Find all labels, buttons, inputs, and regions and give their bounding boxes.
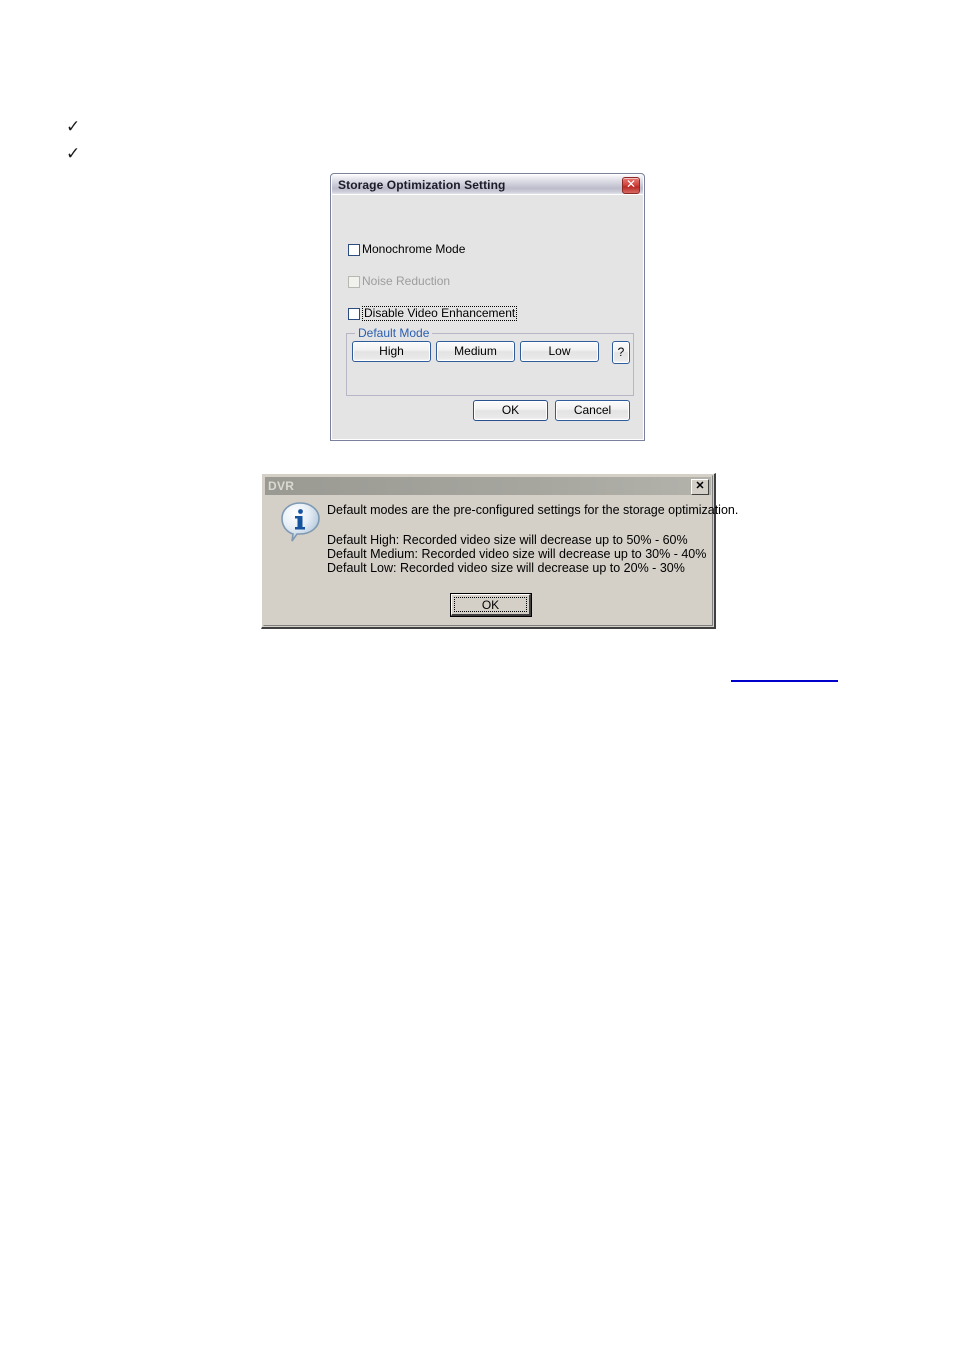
- low-button[interactable]: Low: [520, 341, 599, 362]
- close-icon[interactable]: ✕: [622, 177, 640, 194]
- dvr-headline: Default modes are the pre-configured set…: [327, 503, 739, 517]
- storage-dialog-title: Storage Optimization Setting: [338, 177, 506, 192]
- medium-button[interactable]: Medium: [436, 341, 515, 362]
- high-button[interactable]: High: [352, 341, 431, 362]
- dvr-ok-button-label: OK: [454, 597, 527, 612]
- storage-dialog-titlebar[interactable]: Storage Optimization Setting ✕: [332, 175, 643, 195]
- checkbox-label-monochrome-mode: Monochrome Mode: [362, 242, 466, 256]
- checkmark-bullet-2: ✓: [66, 144, 81, 164]
- default-mode-legend: Default Mode: [355, 326, 433, 340]
- dvr-dialog-titlebar[interactable]: DVR ✕: [265, 477, 711, 495]
- dvr-detail-line-high: Default High: Recorded video size will d…: [327, 533, 688, 547]
- checkbox-disable-video-enhancement[interactable]: Disable Video Enhancement: [348, 306, 518, 321]
- dvr-ok-button[interactable]: OK: [450, 593, 532, 617]
- dvr-message-dialog: DVR ✕ Default modes are the pre-configur…: [261, 473, 739, 629]
- dvr-dialog-title: DVR: [268, 479, 295, 493]
- checkbox-label-disable-video-enhancement: Disable Video Enhancement: [362, 306, 518, 321]
- checkbox-box-icon[interactable]: [348, 243, 360, 256]
- checkbox-label-noise-reduction: Noise Reduction: [362, 274, 451, 288]
- dvr-detail-line-low: Default Low: Recorded video size will de…: [327, 561, 685, 575]
- checkbox-noise-reduction: Noise Reduction: [348, 275, 450, 288]
- cancel-button[interactable]: Cancel: [555, 400, 630, 421]
- help-button[interactable]: ?: [612, 341, 630, 364]
- checkbox-box-icon: [348, 275, 360, 288]
- dvr-detail-line-medium: Default Medium: Recorded video size will…: [327, 547, 707, 561]
- ok-button[interactable]: OK: [473, 400, 548, 421]
- info-icon: [280, 501, 322, 543]
- checkbox-box-icon[interactable]: [348, 307, 360, 320]
- dvr-message-text: Default modes are the pre-configured set…: [327, 503, 739, 575]
- checkmark-bullet-1: ✓: [66, 117, 81, 137]
- checkbox-monochrome-mode[interactable]: Monochrome Mode: [348, 243, 465, 256]
- close-icon[interactable]: ✕: [691, 479, 709, 495]
- footer-hyperlink[interactable]: [731, 668, 838, 682]
